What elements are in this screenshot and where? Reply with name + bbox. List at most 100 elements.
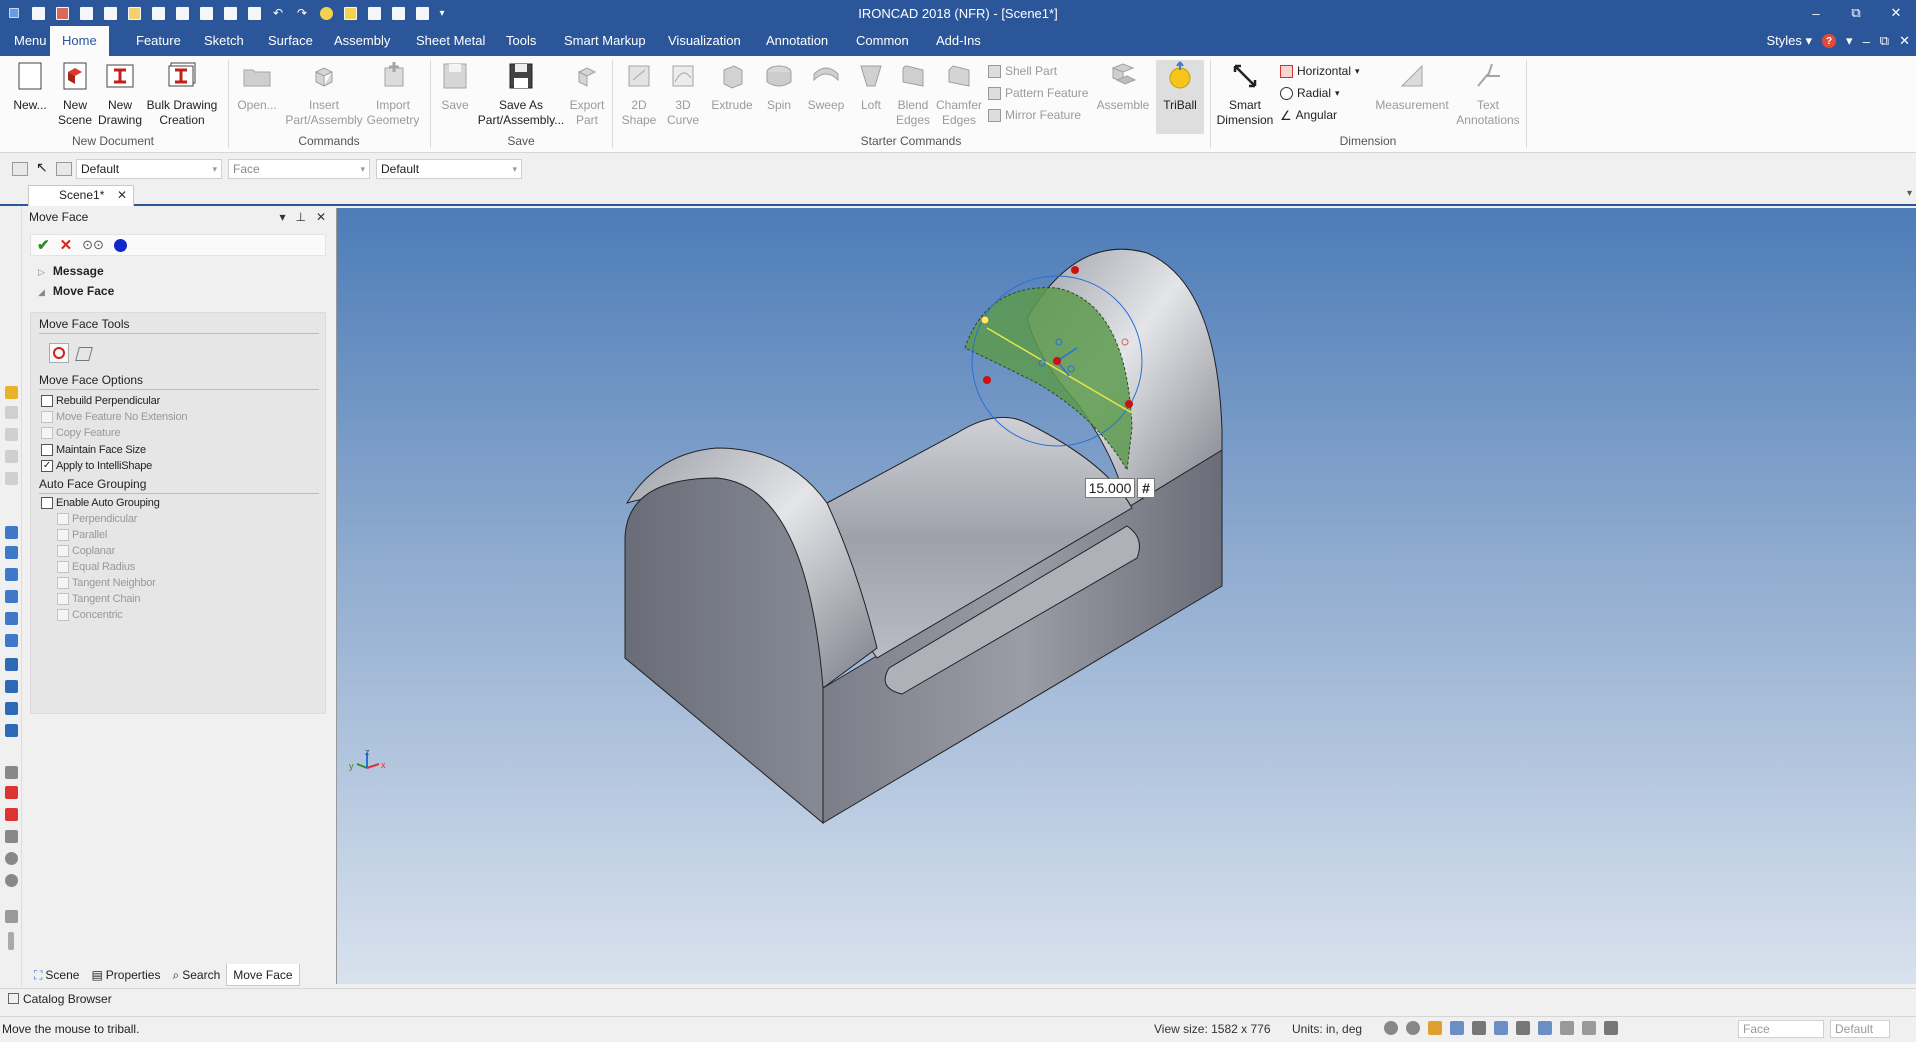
shape-tool-icon[interactable] bbox=[5, 612, 18, 625]
shell-part-button[interactable]: Shell Part bbox=[988, 64, 1057, 78]
view-orient-icon[interactable] bbox=[1428, 1021, 1442, 1035]
assemble-button[interactable]: Assemble bbox=[1094, 60, 1152, 113]
tab-list-chevron-icon[interactable]: ▾ bbox=[1907, 188, 1912, 199]
scene-canvas[interactable]: z x y bbox=[337, 208, 1916, 984]
triball-right-handle[interactable] bbox=[1125, 400, 1133, 408]
pin-icon[interactable]: ⊥ bbox=[295, 210, 305, 224]
tool-icon[interactable] bbox=[5, 472, 18, 485]
mdi-restore-icon[interactable]: ⧉ bbox=[1880, 33, 1889, 49]
new-scene-button[interactable]: New Scene bbox=[54, 60, 96, 128]
insert-part-assembly-button[interactable]: Insert Part/Assembly bbox=[282, 60, 366, 128]
mdi-close-icon[interactable]: ✕ bbox=[1899, 33, 1910, 49]
minimize-button[interactable]: – bbox=[1796, 0, 1836, 26]
concentric-checkbox[interactable]: Concentric bbox=[57, 609, 123, 621]
shape-tool-icon[interactable] bbox=[5, 568, 18, 581]
equal-radius-checkbox[interactable]: Equal Radius bbox=[57, 561, 135, 573]
enable-auto-grouping-checkbox[interactable]: Enable Auto Grouping bbox=[41, 497, 160, 509]
panel-menu-chevron-icon[interactable]: ▾ bbox=[279, 210, 285, 224]
pointer-icon[interactable]: ↖ bbox=[36, 159, 48, 176]
catalog-browser-bar[interactable]: Catalog Browser bbox=[0, 988, 1916, 1010]
select-options-icon[interactable] bbox=[56, 162, 72, 176]
move-face-tool-button[interactable] bbox=[49, 343, 69, 363]
tangent-neighbor-checkbox[interactable]: Tangent Neighbor bbox=[57, 577, 156, 589]
status-filter-combo[interactable]: Face bbox=[1738, 1020, 1824, 1038]
triball-yellow-handle[interactable] bbox=[980, 315, 990, 325]
coplanar-checkbox[interactable]: Coplanar bbox=[57, 545, 115, 557]
shape-tool-icon[interactable] bbox=[5, 680, 18, 693]
pointer-mode-icon[interactable] bbox=[1582, 1021, 1596, 1035]
import-geometry-button[interactable]: Import Geometry bbox=[364, 60, 422, 128]
tab-feature[interactable]: Feature bbox=[124, 26, 193, 56]
tangent-chain-checkbox[interactable]: Tangent Chain bbox=[57, 593, 141, 605]
tab-home[interactable]: Home bbox=[50, 26, 109, 56]
rotate-face-tool-button[interactable] bbox=[73, 343, 93, 363]
tool-icon[interactable] bbox=[5, 406, 18, 419]
new-button[interactable]: New... bbox=[8, 60, 52, 113]
move-feature-no-extension-checkbox[interactable]: Move Feature No Extension bbox=[41, 411, 188, 423]
shape-tool-icon[interactable] bbox=[5, 724, 18, 737]
select-mode-icon[interactable] bbox=[1604, 1021, 1618, 1035]
circle-tool-icon[interactable] bbox=[5, 874, 18, 887]
tab-properties[interactable]: ▤ Properties bbox=[85, 964, 166, 986]
maintain-face-size-checkbox[interactable]: Maintain Face Size bbox=[41, 444, 146, 456]
mirror-feature-button[interactable]: Mirror Feature bbox=[988, 108, 1081, 122]
save-as-button[interactable]: Save As Part/Assembly... bbox=[476, 60, 566, 128]
tab-move-face[interactable]: Move Face bbox=[226, 964, 300, 986]
3d-curve-button[interactable]: 3D Curve bbox=[662, 60, 704, 128]
tab-surface[interactable]: Surface bbox=[256, 26, 325, 56]
triball-top-handle[interactable] bbox=[1071, 266, 1079, 274]
shape-tool-icon[interactable] bbox=[5, 590, 18, 603]
export-part-button[interactable]: Export Part bbox=[566, 60, 608, 128]
tab-annotation[interactable]: Annotation bbox=[754, 26, 840, 56]
chamfer-edges-button[interactable]: Chamfer Edges bbox=[936, 60, 982, 128]
close-button[interactable]: ✕ bbox=[1876, 0, 1916, 26]
radial-dimension-button[interactable]: Radial ▾ bbox=[1280, 86, 1340, 100]
loft-button[interactable]: Loft bbox=[852, 60, 890, 113]
shadow-icon[interactable] bbox=[1560, 1021, 1574, 1035]
style-combo[interactable]: Default ▾ bbox=[76, 159, 222, 179]
sketch-tool-icon[interactable] bbox=[5, 766, 18, 779]
tool-icon[interactable] bbox=[5, 428, 18, 441]
tab-tools[interactable]: Tools bbox=[494, 26, 548, 56]
tab-search[interactable]: ⌕ Search bbox=[166, 964, 226, 986]
triball-left-handle[interactable] bbox=[983, 376, 991, 384]
status-style-combo[interactable]: Default bbox=[1830, 1020, 1890, 1038]
tab-smart-markup[interactable]: Smart Markup bbox=[552, 26, 658, 56]
color-combo[interactable]: Default ▾ bbox=[376, 159, 522, 179]
parallel-checkbox[interactable]: Parallel bbox=[57, 529, 107, 541]
help-icon[interactable]: ? bbox=[1822, 34, 1837, 48]
tool-icon[interactable] bbox=[5, 450, 18, 463]
shape-tool-icon[interactable] bbox=[5, 702, 18, 715]
styles-menu[interactable]: Styles ▾ bbox=[1766, 33, 1812, 49]
tab-scene[interactable]: ⛶ Scene bbox=[28, 964, 85, 986]
shape-tool-icon[interactable] bbox=[5, 546, 18, 559]
angular-dimension-button[interactable]: ∠ Angular bbox=[1280, 108, 1337, 122]
ribbon-options-icon[interactable]: ▾ bbox=[1846, 33, 1853, 49]
move-icon[interactable] bbox=[1472, 1021, 1486, 1035]
dimension-options-button[interactable]: # bbox=[1137, 478, 1155, 498]
close-tab-icon[interactable]: ✕ bbox=[117, 186, 127, 205]
filter-combo[interactable]: Face ▾ bbox=[228, 159, 370, 179]
triball-center-handle[interactable] bbox=[1053, 357, 1061, 365]
tab-sheet-metal[interactable]: Sheet Metal bbox=[404, 26, 497, 56]
restore-button[interactable]: ⧉ bbox=[1836, 0, 1876, 26]
tab-common[interactable]: Common bbox=[844, 26, 921, 56]
render-mode-icon[interactable] bbox=[1450, 1021, 1464, 1035]
tab-assembly[interactable]: Assembly bbox=[322, 26, 402, 56]
sketch-tool-icon[interactable] bbox=[5, 786, 18, 799]
message-section[interactable]: ▷ Message bbox=[38, 264, 104, 278]
tab-visualization[interactable]: Visualization bbox=[656, 26, 753, 56]
cancel-x-icon[interactable]: ✕ bbox=[60, 236, 73, 254]
smart-dimension-button[interactable]: Smart Dimension bbox=[1214, 60, 1276, 128]
copy-feature-checkbox[interactable]: Copy Feature bbox=[41, 427, 120, 439]
triball-button[interactable]: TriBall bbox=[1156, 60, 1204, 134]
feature-tool-icon[interactable] bbox=[5, 386, 18, 399]
zoom-icon[interactable] bbox=[1384, 1021, 1398, 1035]
sweep-button[interactable]: Sweep bbox=[804, 60, 848, 113]
sketch-tool-icon[interactable] bbox=[5, 830, 18, 843]
section-icon[interactable] bbox=[1494, 1021, 1508, 1035]
3d-viewport[interactable]: z x y 15.000 # bbox=[336, 208, 1916, 984]
bulk-drawing-creation-button[interactable]: Bulk Drawing Creation bbox=[144, 60, 220, 128]
grip-icon[interactable] bbox=[8, 932, 14, 950]
dimension-value-input[interactable]: 15.000 bbox=[1085, 478, 1135, 498]
